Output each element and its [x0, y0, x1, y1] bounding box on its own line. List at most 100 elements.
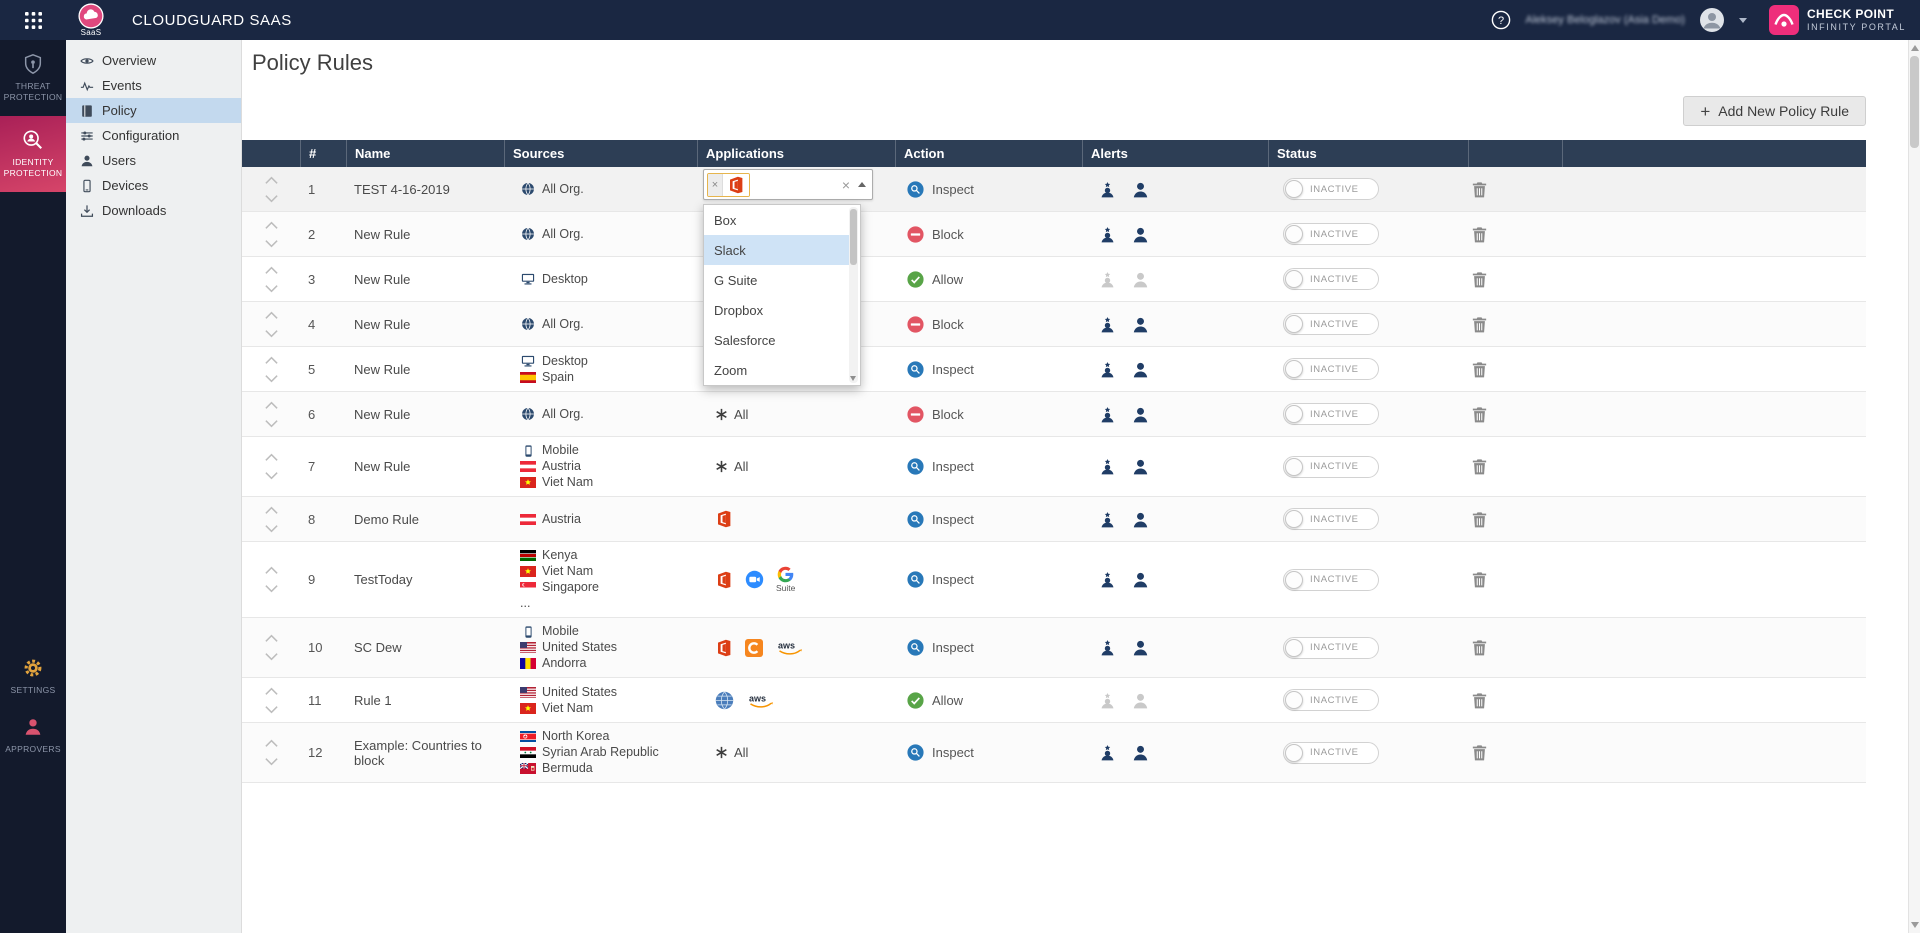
admin-alert-icon[interactable] — [1098, 270, 1117, 289]
status-toggle[interactable]: INACTIVE — [1283, 741, 1379, 764]
trash-icon[interactable] — [1472, 692, 1487, 709]
rule-action[interactable]: Inspect — [895, 167, 1082, 211]
admin-alert-icon[interactable] — [1098, 691, 1117, 710]
sidebar-item-settings[interactable]: SETTINGS — [0, 647, 66, 706]
trash-icon[interactable] — [1472, 316, 1487, 333]
move-down-icon[interactable] — [264, 374, 279, 383]
rule-action[interactable]: Allow — [895, 678, 1082, 722]
rule-action[interactable]: Inspect — [895, 497, 1082, 541]
rule-action[interactable]: Inspect — [895, 347, 1082, 391]
trash-icon[interactable] — [1472, 511, 1487, 528]
app-grid-icon[interactable] — [0, 11, 66, 29]
chip-remove-button[interactable]: × — [708, 173, 723, 196]
status-toggle[interactable]: INACTIVE — [1283, 358, 1379, 380]
admin-alert-icon[interactable] — [1098, 570, 1117, 589]
rule-applications[interactable] — [697, 497, 895, 541]
sidebar-item-events[interactable]: Events — [66, 73, 241, 98]
rule-applications[interactable]: All — [697, 392, 895, 436]
dropdown-option-zoom[interactable]: Zoom — [704, 355, 850, 385]
dropdown-scrollbar[interactable] — [849, 207, 858, 383]
rule-action[interactable]: Inspect — [895, 723, 1082, 782]
trash-icon[interactable] — [1472, 406, 1487, 423]
move-down-icon[interactable] — [264, 524, 279, 533]
rule-applications[interactable]: aws — [697, 618, 895, 677]
infinity-portal-brand[interactable]: CHECK POINT INFINITY PORTAL — [1768, 5, 1906, 35]
sidebar-item-approvers[interactable]: APPROVERS — [0, 706, 66, 765]
admin-alert-icon[interactable] — [1098, 457, 1117, 476]
status-toggle[interactable]: INACTIVE — [1283, 636, 1379, 659]
admin-alert-icon[interactable] — [1098, 360, 1117, 379]
move-up-icon[interactable] — [264, 221, 279, 230]
dropdown-option-g-suite[interactable]: G Suite — [704, 265, 850, 295]
chevron-down-icon[interactable] — [1738, 17, 1747, 23]
move-down-icon[interactable] — [264, 471, 279, 480]
status-toggle[interactable]: INACTIVE — [1283, 508, 1379, 530]
dropdown-scroll-down-icon[interactable] — [850, 376, 856, 381]
user-alert-icon[interactable] — [1131, 570, 1150, 589]
status-toggle[interactable]: INACTIVE — [1283, 689, 1379, 711]
dropdown-clear-button[interactable]: × — [836, 177, 856, 193]
status-toggle[interactable]: INACTIVE — [1283, 313, 1379, 335]
sidebar-item-identity-protection[interactable]: IDENTITY PROTECTION — [0, 116, 66, 193]
rule-action[interactable]: Inspect — [895, 542, 1082, 617]
rule-action[interactable]: Block — [895, 212, 1082, 256]
move-down-icon[interactable] — [264, 652, 279, 661]
admin-alert-icon[interactable] — [1098, 638, 1117, 657]
user-alert-icon[interactable] — [1131, 457, 1150, 476]
move-up-icon[interactable] — [264, 566, 279, 575]
sidebar-item-overview[interactable]: Overview — [66, 48, 241, 73]
status-toggle[interactable]: INACTIVE — [1283, 223, 1379, 245]
move-down-icon[interactable] — [264, 584, 279, 593]
dropdown-option-slack[interactable]: Slack — [704, 235, 850, 265]
move-down-icon[interactable] — [264, 329, 279, 338]
move-down-icon[interactable] — [264, 419, 279, 428]
move-up-icon[interactable] — [264, 266, 279, 275]
dropdown-scrollbar-thumb[interactable] — [850, 209, 857, 265]
trash-icon[interactable] — [1472, 271, 1487, 288]
trash-icon[interactable] — [1472, 744, 1487, 761]
page-scrollbar-thumb[interactable] — [1910, 56, 1919, 148]
move-up-icon[interactable] — [264, 176, 279, 185]
status-toggle[interactable]: INACTIVE — [1283, 568, 1379, 591]
admin-alert-icon[interactable] — [1098, 743, 1117, 762]
admin-alert-icon[interactable] — [1098, 225, 1117, 244]
scroll-up-icon[interactable] — [1911, 45, 1919, 51]
move-up-icon[interactable] — [264, 401, 279, 410]
move-down-icon[interactable] — [264, 284, 279, 293]
status-toggle[interactable]: INACTIVE — [1283, 268, 1379, 290]
user-alert-icon[interactable] — [1131, 405, 1150, 424]
rule-applications[interactable]: All — [697, 723, 895, 782]
sidebar-item-threat-protection[interactable]: THREAT PROTECTION — [0, 40, 66, 116]
user-alert-icon[interactable] — [1131, 225, 1150, 244]
status-toggle[interactable]: INACTIVE — [1283, 455, 1379, 478]
user-alert-icon[interactable] — [1131, 360, 1150, 379]
sidebar-item-devices[interactable]: Devices — [66, 173, 241, 198]
trash-icon[interactable] — [1472, 639, 1487, 656]
admin-alert-icon[interactable] — [1098, 405, 1117, 424]
move-down-icon[interactable] — [264, 757, 279, 766]
user-alert-icon[interactable] — [1131, 315, 1150, 334]
move-up-icon[interactable] — [264, 739, 279, 748]
rule-action[interactable]: Allow — [895, 257, 1082, 301]
user-alert-icon[interactable] — [1131, 743, 1150, 762]
admin-alert-icon[interactable] — [1098, 315, 1117, 334]
user-alert-icon[interactable] — [1131, 180, 1150, 199]
move-up-icon[interactable] — [264, 687, 279, 696]
rule-applications[interactable]: All — [697, 437, 895, 496]
page-scrollbar[interactable] — [1908, 40, 1920, 933]
admin-alert-icon[interactable] — [1098, 510, 1117, 529]
user-alert-icon[interactable] — [1131, 691, 1150, 710]
move-down-icon[interactable] — [264, 194, 279, 203]
scroll-down-icon[interactable] — [1911, 922, 1919, 928]
help-icon[interactable]: ? — [1491, 10, 1511, 30]
trash-icon[interactable] — [1472, 571, 1487, 588]
sidebar-item-downloads[interactable]: Downloads — [66, 198, 241, 223]
rule-action[interactable]: Block — [895, 302, 1082, 346]
move-down-icon[interactable] — [264, 239, 279, 248]
dropdown-option-dropbox[interactable]: Dropbox — [704, 295, 850, 325]
applications-select-input[interactable]: × × — [703, 169, 873, 200]
move-up-icon[interactable] — [264, 634, 279, 643]
add-policy-rule-button[interactable]: + Add New Policy Rule — [1683, 96, 1866, 126]
dropdown-option-box[interactable]: Box — [704, 205, 850, 235]
trash-icon[interactable] — [1472, 361, 1487, 378]
